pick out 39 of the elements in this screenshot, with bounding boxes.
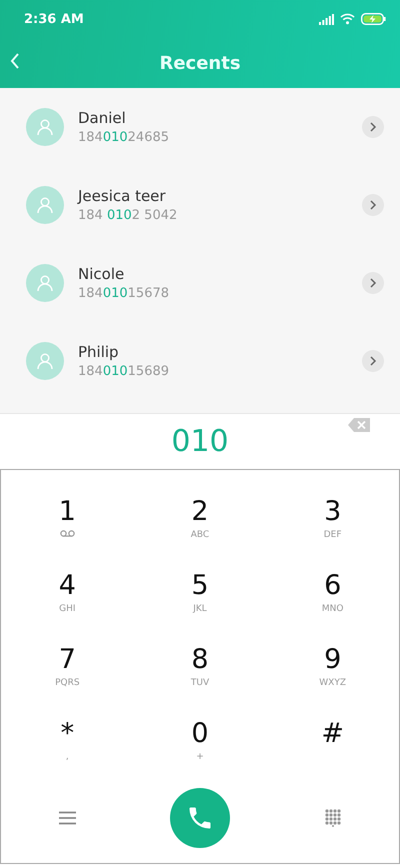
dial-key[interactable]: 3 DEF xyxy=(298,496,368,548)
contact-name: Nicole xyxy=(78,265,126,283)
contact-avatar xyxy=(26,186,64,224)
contact-name: Jeesica teer xyxy=(78,187,167,205)
chevron-right-icon xyxy=(369,200,377,210)
contact-avatar xyxy=(26,342,64,380)
details-button[interactable] xyxy=(362,350,384,372)
dial-key[interactable]: 4 GHI xyxy=(32,570,102,622)
contact-number: 184 0102 5042 xyxy=(78,208,178,223)
chevron-right-icon xyxy=(369,356,377,366)
details-button[interactable] xyxy=(362,116,384,138)
chevron-right-icon xyxy=(369,122,377,132)
dial-key[interactable]: 2 ABC xyxy=(164,496,235,548)
contact-number: 18401024685 xyxy=(78,130,170,145)
dial-key[interactable]: * , xyxy=(32,718,102,770)
contact-number: 18401015689 xyxy=(78,364,170,379)
voicemail-icon xyxy=(60,530,75,537)
dial-key[interactable]: 0 + xyxy=(164,718,235,770)
dialed-number: 010 xyxy=(171,424,229,459)
contact-name: Daniel xyxy=(78,109,127,127)
details-button[interactable] xyxy=(362,272,384,294)
contact-name: Philip xyxy=(78,343,120,361)
dial-key[interactable]: 1 xyxy=(32,496,102,548)
screen-title: Recents xyxy=(159,52,241,74)
dial-key[interactable]: 7 PQRS xyxy=(32,644,102,696)
contact-avatar xyxy=(26,108,64,146)
contact-avatar xyxy=(26,264,64,302)
dial-key[interactable]: # xyxy=(298,718,368,770)
signal-icon xyxy=(319,14,334,24)
dial-key[interactable]: 6 MNO xyxy=(298,570,368,622)
details-button[interactable] xyxy=(362,194,384,216)
dial-key[interactable]: 9 WXYZ xyxy=(298,644,368,696)
battery-charging-icon xyxy=(361,13,386,25)
wifi-icon xyxy=(340,13,355,25)
status-time: 2:36 AM xyxy=(24,12,84,26)
dial-key[interactable]: 5 JKL xyxy=(164,570,235,622)
contact-number: 18401015678 xyxy=(78,286,170,301)
chevron-right-icon xyxy=(369,278,377,288)
dial-key[interactable]: 8 TUV xyxy=(164,644,235,696)
